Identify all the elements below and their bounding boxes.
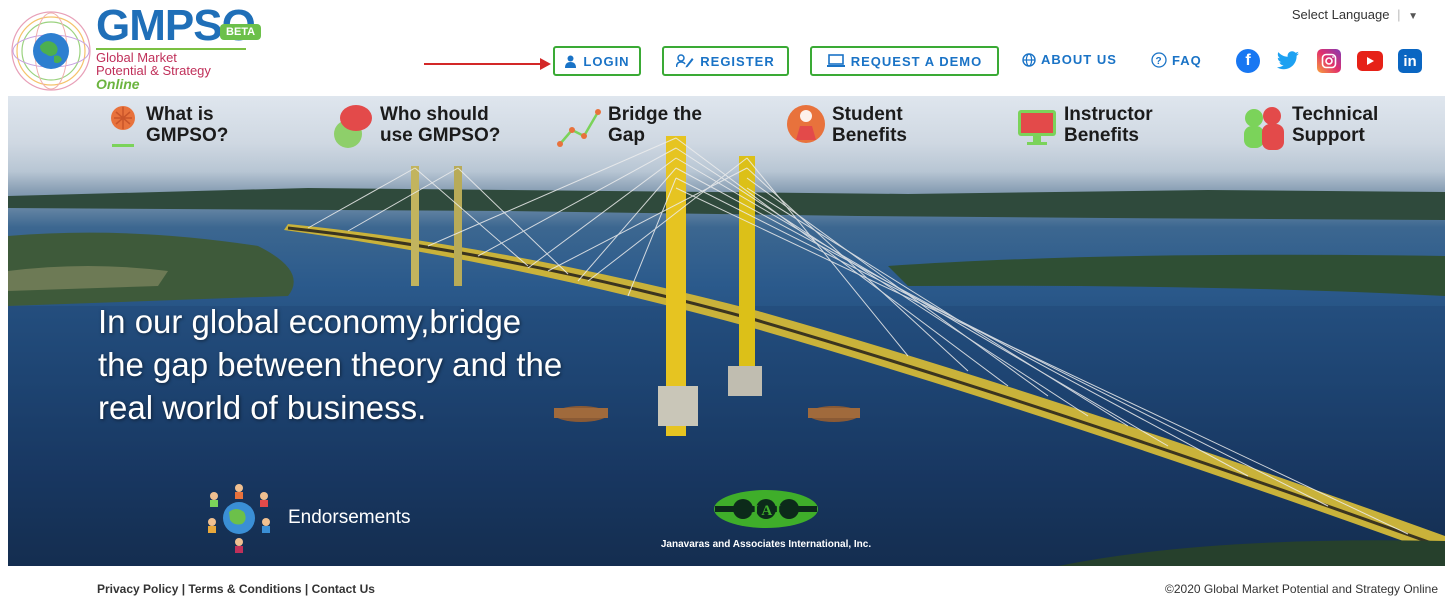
facebook-icon[interactable]: f bbox=[1236, 49, 1260, 73]
privacy-policy-link[interactable]: Privacy Policy bbox=[97, 582, 178, 596]
feature-text: What is GMPSO? bbox=[146, 104, 229, 146]
feature-text: Bridge the Gap bbox=[608, 104, 702, 146]
feature-who-should-use[interactable]: Who should use GMPSO? bbox=[332, 104, 500, 152]
footer-links: Privacy Policy | Terms & Conditions | Co… bbox=[97, 582, 375, 596]
endorsements-people-icon bbox=[208, 484, 270, 553]
footer-separator: | bbox=[301, 582, 312, 596]
feature-text: Who should use GMPSO? bbox=[380, 104, 501, 146]
language-label: Select Language bbox=[1291, 7, 1390, 22]
faq-label: FAQ bbox=[1172, 52, 1202, 68]
register-label: REGISTER bbox=[700, 53, 775, 69]
logo-globe-icon bbox=[11, 11, 91, 91]
gmpso-logo[interactable]: GMPSO BETA Global Market Potential & Str… bbox=[8, 4, 278, 92]
feature-instructor-benefits[interactable]: Instructor Benefits bbox=[1016, 104, 1153, 150]
laptop-icon bbox=[826, 54, 845, 68]
user-icon bbox=[564, 55, 577, 68]
svg-text:J A I: J A I bbox=[751, 503, 781, 519]
site-header: GMPSO BETA Global Market Potential & Str… bbox=[0, 0, 1452, 96]
request-demo-label: REQUEST A DEMO bbox=[850, 53, 983, 69]
feature-what-is-gmpso[interactable]: What is GMPSO? bbox=[106, 104, 228, 150]
globe-icon bbox=[1022, 52, 1036, 67]
about-us-link[interactable]: ABOUT US bbox=[1022, 52, 1117, 67]
contact-us-link[interactable]: Contact Us bbox=[312, 582, 375, 596]
instagram-icon[interactable] bbox=[1317, 49, 1341, 73]
annotation-arrow-head bbox=[540, 58, 551, 70]
terms-conditions-link[interactable]: Terms & Conditions bbox=[188, 582, 301, 596]
jai-logo-icon: J A I bbox=[714, 490, 818, 528]
support-people-icon bbox=[1244, 107, 1284, 150]
user-question-icon bbox=[334, 105, 372, 148]
copyright-notice: ©2020 Global Market Potential and Strate… bbox=[1165, 582, 1438, 596]
feature-text: Instructor Benefits bbox=[1064, 104, 1153, 146]
feature-text: Technical Support bbox=[1292, 104, 1379, 146]
logo-tagline-3: Online bbox=[96, 76, 140, 92]
annotation-arrow-line bbox=[424, 63, 544, 65]
twitter-icon[interactable] bbox=[1276, 49, 1300, 73]
trend-line-icon bbox=[557, 109, 601, 147]
language-separator: | bbox=[1397, 7, 1401, 22]
jai-partner-logo[interactable]: J A I Janavaras and Associates Internati… bbox=[636, 488, 896, 550]
monitor-icon bbox=[1018, 110, 1056, 145]
endorsements-link[interactable]: Endorsements bbox=[204, 482, 411, 554]
faq-link[interactable]: ? FAQ bbox=[1151, 52, 1202, 68]
youtube-icon[interactable] bbox=[1357, 51, 1383, 71]
student-icon bbox=[787, 105, 825, 143]
linkedin-icon[interactable]: in bbox=[1398, 49, 1422, 73]
login-label: LOGIN bbox=[583, 53, 630, 69]
feature-bridge-the-gap[interactable]: Bridge the Gap bbox=[556, 104, 702, 150]
footer-separator: | bbox=[178, 582, 189, 596]
endorsements-label: Endorsements bbox=[288, 507, 411, 528]
request-demo-button[interactable]: REQUEST A DEMO bbox=[810, 46, 999, 76]
question-circle-icon: ? bbox=[1151, 52, 1167, 68]
about-us-label: ABOUT US bbox=[1041, 52, 1117, 67]
globe-trophy-icon bbox=[111, 106, 135, 147]
jai-company-name: Janavaras and Associates International, … bbox=[660, 539, 872, 550]
hero-banner: What is GMPSO? Who should use GMPSO? Bridg… bbox=[8, 96, 1445, 566]
beta-badge: BETA bbox=[220, 24, 262, 40]
feature-technical-support[interactable]: Technical Support bbox=[1242, 104, 1378, 152]
svg-text:?: ? bbox=[1155, 56, 1162, 67]
hero-headline: In our global economy,bridge the gap bet… bbox=[98, 303, 563, 426]
user-edit-icon bbox=[676, 54, 694, 68]
language-selector[interactable]: Select Language | ▼ bbox=[1292, 7, 1418, 22]
page: GMPSO BETA Global Market Potential & Str… bbox=[0, 0, 1452, 596]
feature-student-benefits[interactable]: Student Benefits bbox=[786, 104, 907, 150]
login-button[interactable]: LOGIN bbox=[553, 46, 641, 76]
register-button[interactable]: REGISTER bbox=[662, 46, 789, 76]
chevron-down-icon: ▼ bbox=[1408, 11, 1418, 22]
feature-text: Student Benefits bbox=[832, 104, 907, 146]
